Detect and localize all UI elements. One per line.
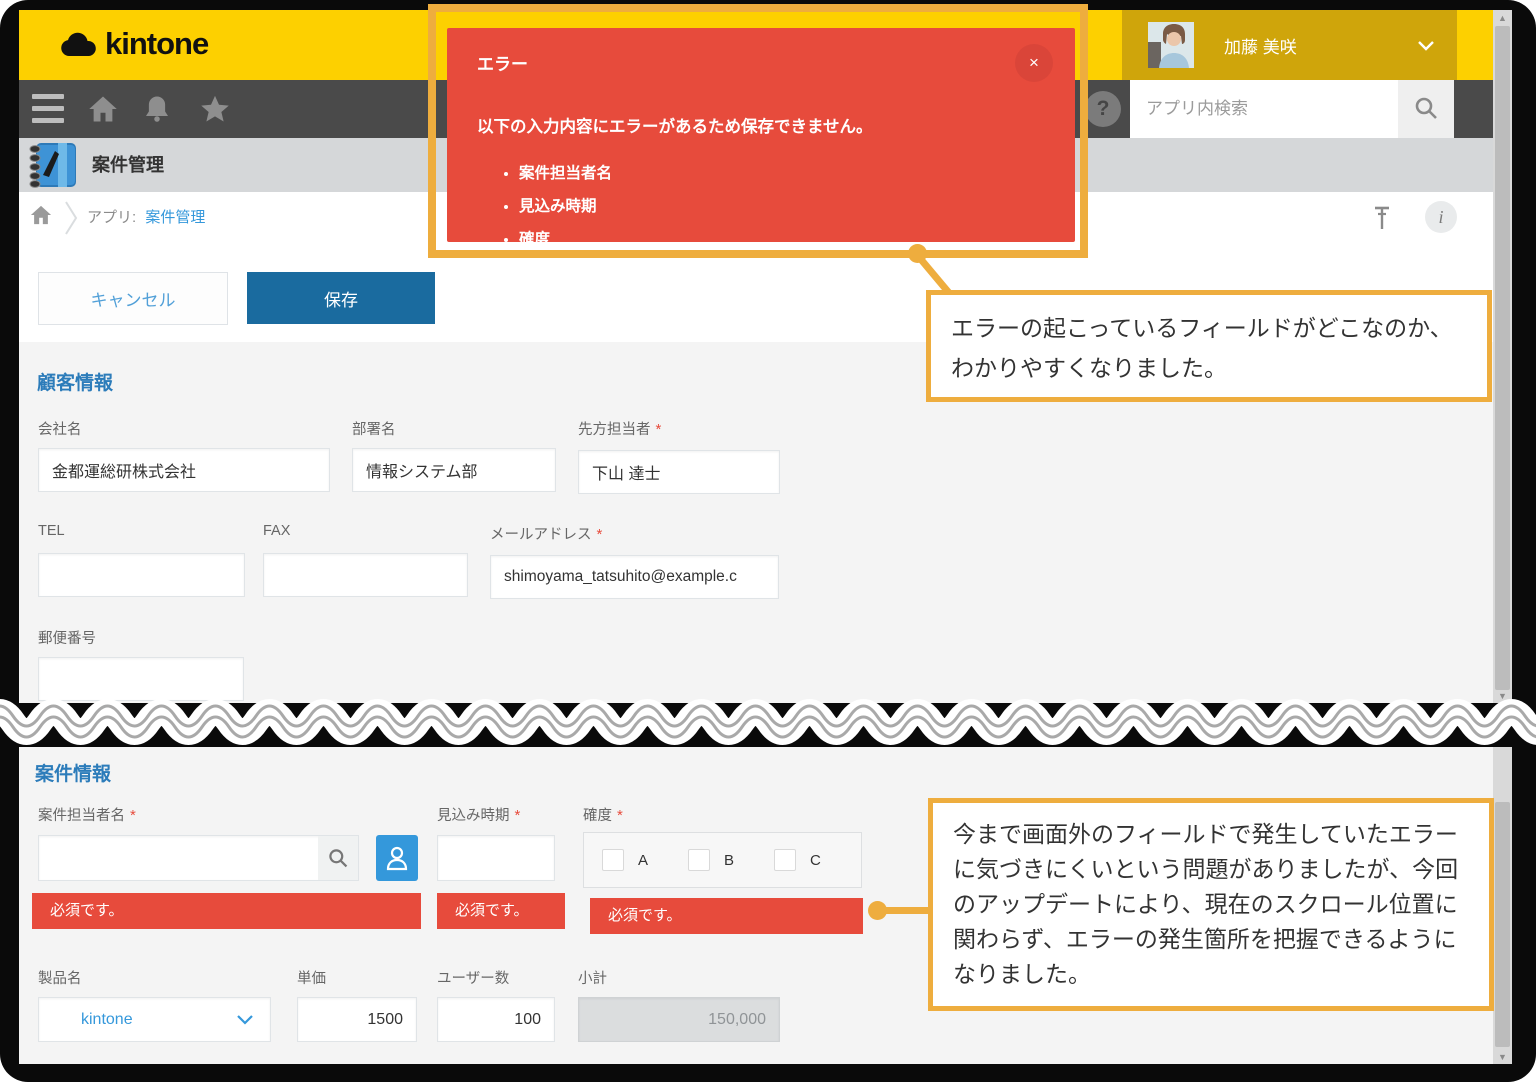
checkbox-b[interactable] [688, 849, 710, 871]
contact-input[interactable] [578, 450, 780, 494]
avatar [1148, 22, 1194, 68]
user-menu[interactable]: 加藤 美咲 [1122, 10, 1457, 80]
company-input[interactable] [38, 448, 330, 492]
cancel-button[interactable]: キャンセル [38, 272, 228, 325]
breadcrumb-app-link[interactable]: 案件管理 [145, 209, 205, 226]
callout-connector-dot [908, 244, 927, 263]
zip-label: 郵便番号 [38, 627, 96, 648]
screenshot-frame: kintone 加藤 美咲 [0, 0, 1536, 1082]
search-icon [1413, 95, 1439, 121]
assignee-search-button[interactable] [318, 836, 358, 880]
tel-label: TEL [38, 523, 65, 539]
error-dialog-message: 以下の入力内容にエラーがあるため保存できません。 [477, 113, 873, 137]
fax-label: FAX [263, 523, 290, 539]
breadcrumb-prefix: アプリ: [87, 209, 136, 226]
scrollbar-thumb[interactable] [1495, 26, 1510, 690]
checkbox-a[interactable] [602, 849, 624, 871]
breadcrumb-chevron-icon [63, 198, 79, 238]
tel-input[interactable] [38, 553, 245, 597]
search-icon [327, 847, 349, 869]
pin-icon[interactable] [1372, 205, 1392, 231]
company-label: 会社名 [38, 418, 82, 439]
users-label: ユーザー数 [437, 967, 509, 988]
error-dialog: エラー × 以下の入力内容にエラーがあるため保存できません。 案件担当者名 見込… [447, 28, 1075, 242]
assignee-user-selector [38, 835, 359, 881]
probability-label: 確度* [583, 804, 623, 825]
expected-error: 必須です。 [437, 893, 565, 929]
required-asterisk: * [597, 526, 603, 543]
required-asterisk: * [617, 807, 623, 824]
expected-label: 見込み時期* [437, 804, 520, 825]
chevron-down-icon [236, 1014, 254, 1025]
assignee-error: 必須です。 [32, 893, 421, 929]
dialog-callout: エラーの起こっているフィールドがどこなのか、わかりやすくなりました。 [926, 290, 1492, 402]
checkbox-c-label: C [810, 852, 821, 869]
user-name: 加藤 美咲 [1224, 33, 1417, 58]
error-field-item: 確度 [519, 227, 612, 249]
assignee-label: 案件担当者名* [38, 804, 136, 825]
product-label: 製品名 [38, 967, 82, 988]
section-heading-customer: 顧客情報 [37, 368, 113, 395]
required-asterisk: * [130, 807, 136, 824]
unit-price-input[interactable] [297, 997, 417, 1042]
email-label: メールアドレス* [490, 523, 602, 544]
error-field-list: 案件担当者名 見込み時期 確度 [519, 150, 612, 249]
info-icon[interactable]: i [1425, 201, 1457, 233]
error-field-item: 見込み時期 [519, 194, 612, 216]
chevron-down-icon[interactable] [1417, 40, 1435, 51]
required-asterisk: * [515, 807, 521, 824]
logo-text: kintone [105, 26, 208, 62]
app-title: 案件管理 [92, 138, 164, 192]
scroll-up-arrow[interactable]: ▲ [1493, 13, 1512, 23]
fax-input[interactable] [263, 553, 468, 597]
expected-input[interactable] [437, 835, 555, 881]
checkbox-c[interactable] [774, 849, 796, 871]
person-icon [385, 845, 409, 871]
scrollbar-thumb[interactable] [1495, 802, 1510, 1047]
scroll-down-arrow[interactable]: ▼ [1493, 1052, 1512, 1062]
callout-connector-dot [868, 901, 887, 920]
search-button[interactable] [1398, 80, 1454, 138]
kintone-logo: kintone [59, 26, 208, 62]
scrollbar-upper[interactable]: ▲ ▼ [1493, 10, 1512, 703]
app-notebook-icon [28, 141, 78, 189]
search-input[interactable] [1130, 80, 1398, 138]
help-icon[interactable]: ? [1085, 91, 1121, 127]
save-button[interactable]: 保存 [247, 272, 435, 324]
lower-screen: 案件情報 案件担当者名* 見込み時期* 確度* A B C 必須です [19, 747, 1512, 1064]
probability-checkbox-group: A B C [583, 832, 862, 888]
subtotal-label: 小計 [578, 967, 607, 988]
close-icon[interactable]: × [1015, 44, 1053, 82]
error-field-item: 案件担当者名 [519, 161, 612, 183]
users-input[interactable] [437, 997, 555, 1042]
product-dropdown[interactable]: kintone [38, 997, 271, 1042]
checkbox-b-label: B [724, 852, 734, 869]
assignee-input[interactable] [39, 836, 318, 880]
field-error-callout: 今まで画面外のフィールドで発生していたエラーに気づきにくいという問題がありました… [928, 798, 1494, 1011]
probability-error: 必須です。 [590, 898, 863, 934]
menu-icon[interactable] [32, 94, 64, 124]
cloud-logo-icon [59, 31, 97, 57]
product-value: kintone [81, 1011, 236, 1029]
breadcrumb-home-icon[interactable] [30, 204, 52, 226]
contact-label: 先方担当者* [578, 418, 661, 439]
unit-price-label: 単価 [297, 967, 326, 988]
select-user-button[interactable] [376, 835, 418, 881]
required-asterisk: * [656, 421, 662, 438]
checkbox-a-label: A [638, 852, 648, 869]
department-input[interactable] [352, 448, 556, 492]
star-icon[interactable] [200, 94, 230, 124]
torn-edge-separator [0, 694, 1536, 752]
scrollbar-lower[interactable]: ▼ [1493, 747, 1512, 1064]
bell-icon[interactable] [142, 94, 172, 124]
section-heading-case: 案件情報 [35, 759, 111, 786]
home-icon[interactable] [88, 94, 118, 124]
email-input[interactable] [490, 555, 779, 599]
error-dialog-title: エラー [477, 50, 528, 75]
department-label: 部署名 [352, 418, 396, 439]
subtotal-field [578, 997, 780, 1042]
